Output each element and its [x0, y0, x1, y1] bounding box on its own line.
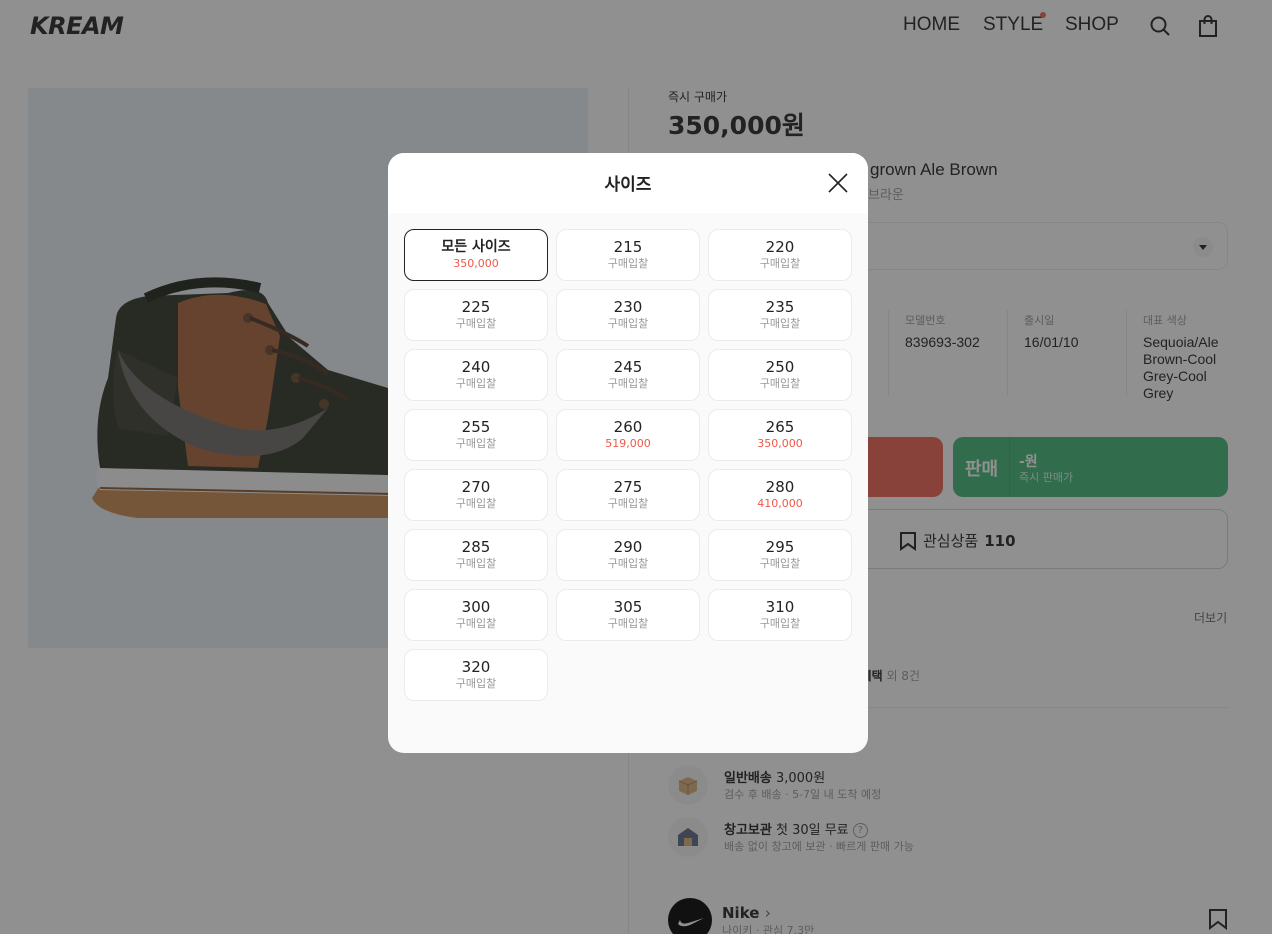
size-value: 285	[461, 538, 491, 556]
size-modal: 사이즈 모든 사이즈 350,000 215 구매입찰 220 구매입찰 225 구매입찰 23…	[388, 153, 868, 753]
size-value: 230	[613, 298, 643, 316]
size-value: 265	[765, 418, 795, 436]
size-price: 구매입찰	[759, 557, 801, 570]
size-value: 245	[613, 358, 643, 376]
size-option[interactable]: 240 구매입찰	[404, 349, 548, 401]
size-value: 295	[765, 538, 795, 556]
size-value: 215	[613, 238, 643, 256]
size-price: 구매입찰	[455, 437, 497, 450]
size-value: 255	[461, 418, 491, 436]
size-value: 모든 사이즈	[441, 239, 511, 255]
size-option[interactable]: 300 구매입찰	[404, 589, 548, 641]
size-value: 290	[613, 538, 643, 556]
size-option[interactable]: 235 구매입찰	[708, 289, 852, 341]
size-option[interactable]: 320 구매입찰	[404, 649, 548, 701]
size-price: 구매입찰	[607, 557, 649, 570]
size-price: 구매입찰	[607, 617, 649, 630]
close-icon[interactable]	[826, 171, 850, 195]
modal-title: 사이즈	[604, 175, 652, 195]
size-option[interactable]: 285 구매입찰	[404, 529, 548, 581]
size-price: 519,000	[605, 437, 651, 450]
size-value: 220	[765, 238, 795, 256]
size-option[interactable]: 290 구매입찰	[556, 529, 700, 581]
size-option[interactable]: 220 구매입찰	[708, 229, 852, 281]
size-option[interactable]: 모든 사이즈 350,000	[404, 229, 548, 281]
size-option[interactable]: 270 구매입찰	[404, 469, 548, 521]
size-price: 구매입찰	[455, 377, 497, 390]
modal-header: 사이즈	[388, 153, 868, 213]
size-price: 350,000	[453, 257, 499, 270]
size-option[interactable]: 245 구매입찰	[556, 349, 700, 401]
size-option[interactable]: 230 구매입찰	[556, 289, 700, 341]
size-option[interactable]: 265 350,000	[708, 409, 852, 461]
size-value: 275	[613, 478, 643, 496]
size-price: 구매입찰	[455, 497, 497, 510]
size-value: 270	[461, 478, 491, 496]
size-value: 320	[461, 658, 491, 676]
size-price: 구매입찰	[607, 497, 649, 510]
size-value: 260	[613, 418, 643, 436]
size-option[interactable]: 275 구매입찰	[556, 469, 700, 521]
size-price: 구매입찰	[455, 557, 497, 570]
size-value: 235	[765, 298, 795, 316]
size-value: 280	[765, 478, 795, 496]
size-value: 250	[765, 358, 795, 376]
size-price: 410,000	[757, 497, 803, 510]
size-price: 구매입찰	[607, 377, 649, 390]
size-option[interactable]: 280 410,000	[708, 469, 852, 521]
size-value: 305	[613, 598, 643, 616]
size-option[interactable]: 215 구매입찰	[556, 229, 700, 281]
size-option[interactable]: 225 구매입찰	[404, 289, 548, 341]
size-option[interactable]: 295 구매입찰	[708, 529, 852, 581]
size-option[interactable]: 260 519,000	[556, 409, 700, 461]
size-price: 구매입찰	[607, 317, 649, 330]
size-value: 225	[461, 298, 491, 316]
size-price: 구매입찰	[455, 617, 497, 630]
size-price: 구매입찰	[759, 317, 801, 330]
size-option[interactable]: 310 구매입찰	[708, 589, 852, 641]
size-value: 300	[461, 598, 491, 616]
size-price: 구매입찰	[759, 377, 801, 390]
size-price: 구매입찰	[759, 257, 801, 270]
size-price: 구매입찰	[455, 677, 497, 690]
size-option[interactable]: 250 구매입찰	[708, 349, 852, 401]
size-price: 구매입찰	[455, 317, 497, 330]
size-option[interactable]: 255 구매입찰	[404, 409, 548, 461]
size-value: 240	[461, 358, 491, 376]
size-option[interactable]: 305 구매입찰	[556, 589, 700, 641]
size-value: 310	[765, 598, 795, 616]
size-price: 구매입찰	[607, 257, 649, 270]
size-price: 구매입찰	[759, 617, 801, 630]
size-price: 350,000	[757, 437, 803, 450]
